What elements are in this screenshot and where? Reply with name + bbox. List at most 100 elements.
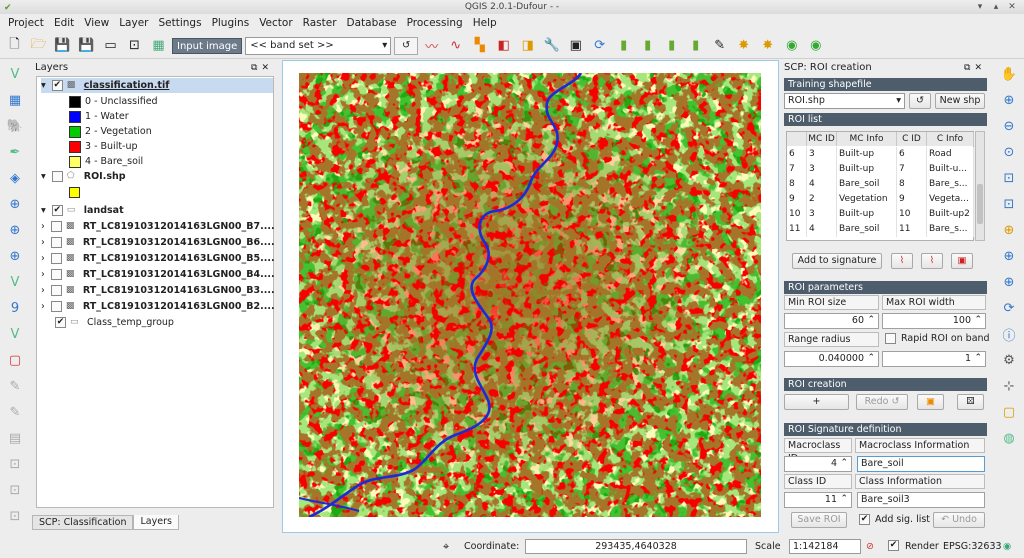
collapse-icon[interactable]: ▾ xyxy=(41,171,46,182)
expand-icon[interactable]: › xyxy=(41,237,45,248)
edit-node-icon[interactable]: ✎ xyxy=(709,35,730,56)
spectral-plot-icon[interactable]: 〰 xyxy=(421,35,442,56)
zoom-selection-icon[interactable]: ⊡ xyxy=(998,193,1020,215)
cell-mc-id[interactable]: 4 xyxy=(807,177,837,192)
group-visible-checkbox[interactable]: ✔ xyxy=(51,205,63,216)
layer-band-b7[interactable]: › ▩ RT_LC81910312014163LGN00_B7.... xyxy=(41,219,275,234)
histogram-icon-2[interactable]: ▮ xyxy=(637,35,658,56)
rgb-composite-icon[interactable]: ◨ xyxy=(517,35,538,56)
delete-roi-button[interactable]: ▣ xyxy=(951,253,973,269)
expand-icon[interactable]: › xyxy=(41,285,45,296)
col-header-c-id[interactable]: C ID xyxy=(897,132,927,146)
add-wms-icon[interactable]: ⊕ xyxy=(4,219,26,241)
add-delimited-icon[interactable]: 9 xyxy=(4,297,26,319)
band-set-select[interactable]: << band set >> xyxy=(245,36,392,55)
zoom-full-icon[interactable]: ⊡ xyxy=(998,167,1020,189)
layer-visible-checkbox[interactable] xyxy=(50,269,62,280)
cell-mc-id[interactable]: 3 xyxy=(807,207,837,222)
save-edits-icon[interactable]: ▤ xyxy=(4,427,26,449)
save-project-icon[interactable]: 💾 xyxy=(52,35,73,56)
cell-c-id[interactable]: 8 xyxy=(897,177,927,192)
col-header-mc-info[interactable]: MC Info xyxy=(837,132,897,146)
add-feature-icon[interactable]: ⊡ xyxy=(4,453,26,475)
menu-vector[interactable]: Vector xyxy=(254,17,297,29)
save-roi-button[interactable]: Save ROI xyxy=(791,512,847,528)
menu-layer[interactable]: Layer xyxy=(114,17,153,29)
expand-icon[interactable]: › xyxy=(41,301,45,312)
edit-icon[interactable]: ✎ xyxy=(4,401,26,423)
roi-table-scrollbar[interactable] xyxy=(975,131,985,241)
cell-c-id[interactable]: 10 xyxy=(897,207,927,222)
macroclass-id-spinbox[interactable]: 4 xyxy=(784,456,852,472)
menu-view[interactable]: View xyxy=(79,17,114,29)
histogram-icon-3[interactable]: ▮ xyxy=(661,35,682,56)
layer-visible-checkbox[interactable] xyxy=(50,253,62,264)
layer-band-b4[interactable]: › ▩ RT_LC81910312014163LGN00_B4.... xyxy=(41,267,275,282)
max-roi-width-spinbox[interactable]: 100 xyxy=(882,313,986,329)
print-composer-icon[interactable]: ▭ xyxy=(100,35,121,56)
menu-edit[interactable]: Edit xyxy=(49,17,79,29)
range-radius-spinbox[interactable]: 0.040000 xyxy=(784,351,879,367)
create-roi-button[interactable]: + xyxy=(784,394,849,410)
menu-database[interactable]: Database xyxy=(342,17,402,29)
menu-settings[interactable]: Settings xyxy=(153,17,206,29)
add-sig-list-checkbox[interactable]: ✔ xyxy=(859,514,870,525)
map-canvas[interactable] xyxy=(282,60,779,533)
cell-mc-info[interactable]: Built-up xyxy=(837,162,897,177)
globe-icon-1[interactable]: ◉ xyxy=(781,35,802,56)
add-wfs-icon[interactable]: V xyxy=(4,271,26,293)
add-wcs-icon[interactable]: ⊕ xyxy=(4,245,26,267)
tools-icon[interactable]: 🔧 xyxy=(541,35,562,56)
cell-c-id[interactable]: 6 xyxy=(897,147,927,162)
scrollbar-thumb[interactable] xyxy=(977,184,983,224)
refresh-icon[interactable]: ⟳ xyxy=(998,297,1020,319)
highlight-icon[interactable]: ✸ xyxy=(733,35,754,56)
cell-mc-info[interactable]: Bare_soil xyxy=(837,222,897,237)
histogram-icon-4[interactable]: ▮ xyxy=(685,35,706,56)
band-set-icon[interactable]: ▦ xyxy=(148,35,169,56)
histogram-icon-1[interactable]: ▮ xyxy=(613,35,634,56)
undo-button[interactable]: ↶ Undo xyxy=(933,512,985,528)
min-roi-size-spinbox[interactable]: 60 xyxy=(784,313,879,329)
pan-hand-icon[interactable]: ✋ xyxy=(998,63,1020,85)
cell-c-id[interactable]: 9 xyxy=(897,192,927,207)
zoom-in-icon[interactable]: ⊕ xyxy=(998,89,1020,111)
cell-c-id[interactable]: 7 xyxy=(897,162,927,177)
menu-project[interactable]: Project xyxy=(3,17,49,29)
zoom-out-icon[interactable]: ⊖ xyxy=(998,115,1020,137)
cell-mc-id[interactable]: 3 xyxy=(807,162,837,177)
macroclass-info-input[interactable]: Bare_soil xyxy=(857,456,985,472)
rapid-band-spinbox[interactable]: 1 xyxy=(882,351,986,367)
add-vector-icon[interactable]: V xyxy=(4,63,26,85)
open-project-icon[interactable]: 🗁 xyxy=(28,35,49,56)
select-icon[interactable]: ⊹ xyxy=(998,375,1020,397)
menu-help[interactable]: Help xyxy=(468,17,502,29)
crs-globe-icon[interactable]: ◉ xyxy=(1003,541,1011,552)
save-as-icon[interactable]: 💾 xyxy=(76,35,97,56)
layer-roi[interactable]: ▾ ⬠ ROI.shp xyxy=(41,169,126,184)
expand-icon[interactable]: › xyxy=(41,221,45,232)
composer-manager-icon[interactable]: ⊡ xyxy=(124,35,145,56)
menu-processing[interactable]: Processing xyxy=(402,17,468,29)
coordinate-toggle-icon[interactable]: ⌖ xyxy=(443,540,449,554)
color-composite-icon[interactable]: ◧ xyxy=(493,35,514,56)
new-project-icon[interactable]: 🗋 xyxy=(4,35,25,56)
cell-mc-info[interactable]: Built-up xyxy=(837,207,897,222)
cell-mc-id[interactable]: 4 xyxy=(807,222,837,237)
cell-c-info[interactable]: Vegeta... xyxy=(927,192,974,207)
zoom-layer-icon[interactable]: ⊕ xyxy=(998,219,1020,241)
cell-mc-id[interactable]: 2 xyxy=(807,192,837,207)
add-postgis-icon[interactable]: 🐘 xyxy=(4,115,26,137)
spectral-plot-button[interactable]: ⌇ xyxy=(921,253,943,269)
cell-c-id[interactable]: 11 xyxy=(897,222,927,237)
scale-select[interactable]: 1:142184 xyxy=(789,539,861,554)
collapse-icon[interactable]: ▾ xyxy=(41,205,46,216)
rapid-roi-checkbox-row[interactable]: Rapid ROI on band xyxy=(885,333,990,344)
layer-visible-checkbox[interactable] xyxy=(50,285,62,296)
zoom-last-icon[interactable]: ⊕ xyxy=(998,245,1020,267)
cell-c-info[interactable]: Bare_s... xyxy=(927,177,974,192)
tab-layers[interactable]: Layers xyxy=(133,515,179,530)
layer-band-b5[interactable]: › ▩ RT_LC81910312014163LGN00_B5.... xyxy=(41,251,275,266)
cell-mc-info[interactable]: Built-up xyxy=(837,147,897,162)
layer-band-b6[interactable]: › ▩ RT_LC81910312014163LGN00_B6.... xyxy=(41,235,275,250)
